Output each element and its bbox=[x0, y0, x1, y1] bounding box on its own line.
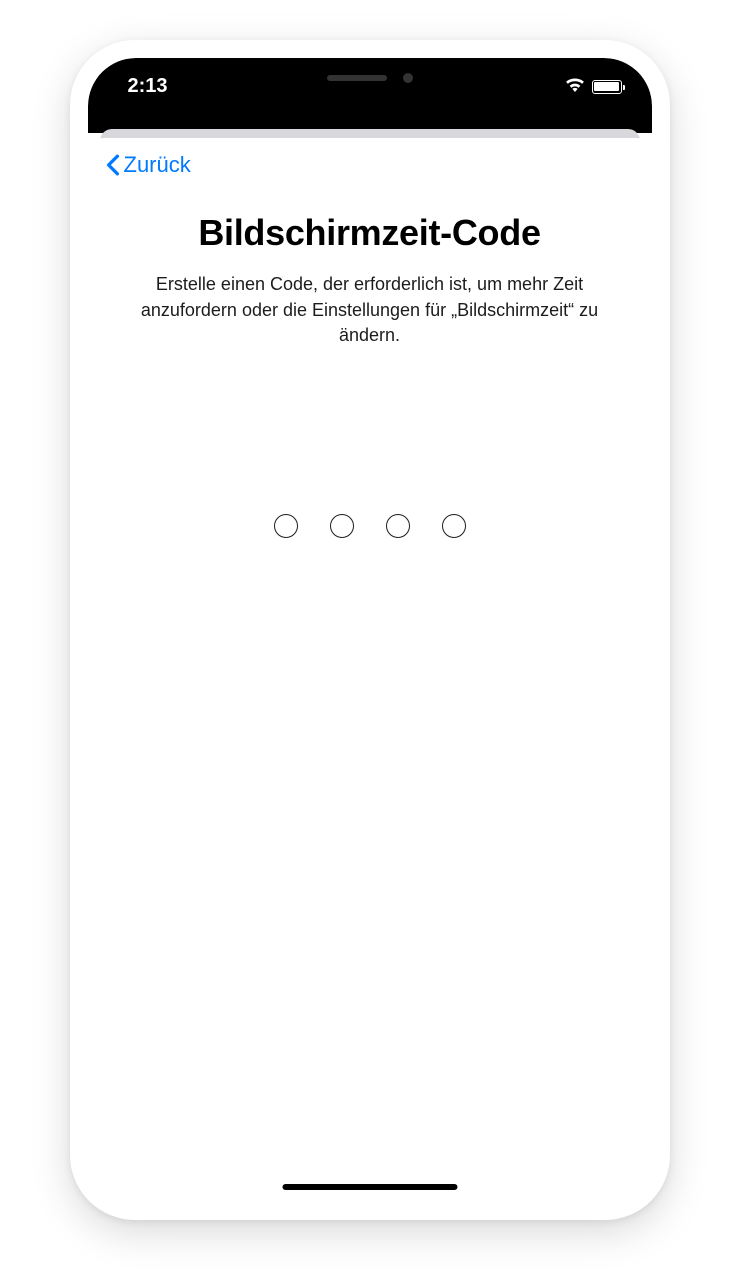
content-sheet: Zurück Bildschirmzeit-Code Erstelle eine… bbox=[88, 138, 652, 1202]
chevron-left-icon bbox=[106, 154, 120, 176]
passcode-dot-4 bbox=[442, 514, 466, 538]
status-time: 2:13 bbox=[118, 75, 168, 98]
passcode-dot-1 bbox=[274, 514, 298, 538]
front-camera bbox=[403, 73, 413, 83]
status-bar: 2:13 bbox=[88, 58, 652, 133]
screen: 2:13 Zurück bbox=[88, 58, 652, 1202]
passcode-dot-2 bbox=[330, 514, 354, 538]
back-button[interactable]: Zurück bbox=[106, 152, 191, 178]
nav-bar: Zurück bbox=[88, 138, 652, 192]
main-content: Bildschirmzeit-Code Erstelle einen Code,… bbox=[88, 192, 652, 538]
page-title: Bildschirmzeit-Code bbox=[116, 212, 624, 254]
passcode-dot-3 bbox=[386, 514, 410, 538]
passcode-input[interactable] bbox=[116, 514, 624, 538]
phone-frame: 2:13 Zurück bbox=[70, 40, 670, 1220]
back-label: Zurück bbox=[124, 152, 191, 178]
page-description: Erstelle einen Code, der erforderlich is… bbox=[116, 272, 624, 349]
battery-icon bbox=[592, 80, 622, 94]
status-icons bbox=[564, 76, 622, 97]
notch bbox=[230, 58, 510, 98]
home-indicator[interactable] bbox=[282, 1184, 457, 1190]
wifi-icon bbox=[564, 76, 586, 97]
battery-fill bbox=[594, 82, 619, 91]
speaker-grille bbox=[327, 75, 387, 81]
